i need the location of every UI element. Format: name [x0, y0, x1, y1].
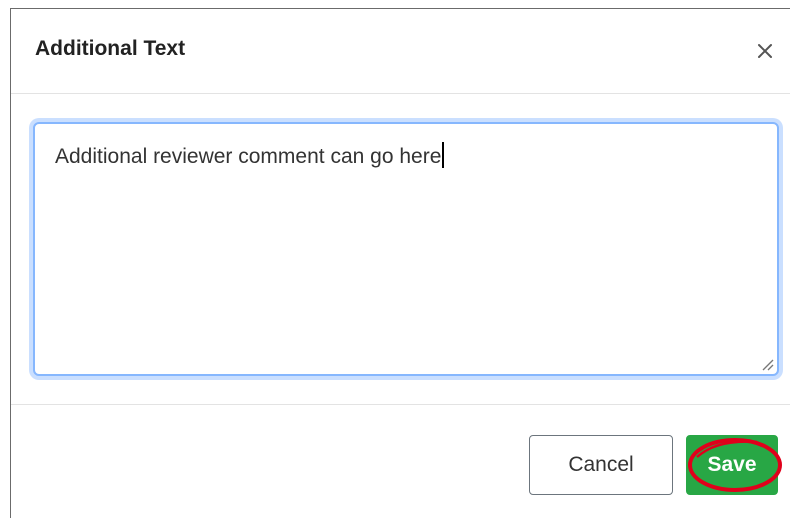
dialog-header: Additional Text — [11, 9, 790, 94]
close-icon — [758, 44, 772, 58]
text-caret — [442, 142, 445, 168]
dialog-title: Additional Text — [35, 37, 186, 60]
save-button[interactable]: Save — [686, 435, 778, 495]
dialog-body: Additional reviewer comment can go here — [11, 94, 790, 404]
comment-textarea[interactable]: Additional reviewer comment can go here — [33, 122, 779, 376]
close-button[interactable] — [753, 39, 777, 63]
resize-grip-icon[interactable] — [760, 357, 774, 371]
dialog-footer: Cancel Save — [11, 404, 790, 519]
cancel-button[interactable]: Cancel — [529, 435, 673, 495]
comment-textarea-value: Additional reviewer comment can go here — [55, 142, 445, 169]
additional-text-dialog: Additional Text Additional reviewer comm… — [10, 8, 790, 518]
